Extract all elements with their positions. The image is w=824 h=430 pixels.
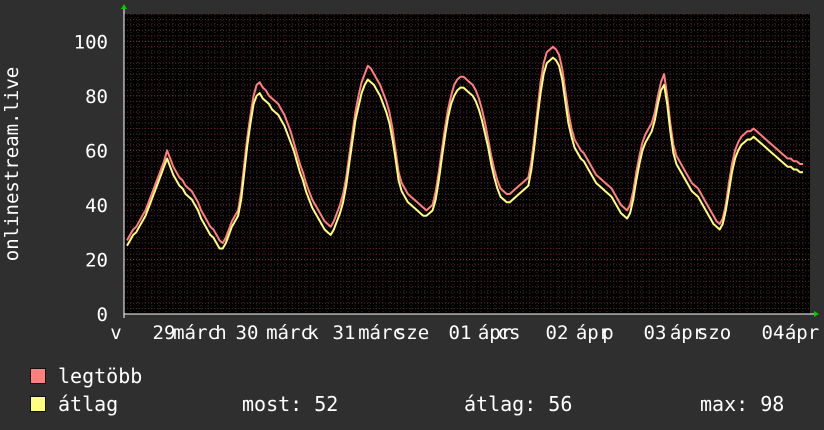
y-tick-label: 40: [85, 195, 108, 217]
y-axis-arrow: [121, 4, 127, 9]
x-tick-label: 01: [449, 322, 472, 344]
legend-swatch-avg: [30, 396, 46, 412]
stat-max: max: 98: [700, 392, 785, 416]
x-tick-label: cs: [498, 322, 521, 344]
x-tick-label: 31: [333, 322, 356, 344]
x-tick-label: 04: [762, 322, 785, 344]
y-tick-label: 80: [85, 86, 108, 108]
x-tick-label: k: [307, 322, 319, 344]
x-tick-label: 30: [236, 322, 259, 344]
legend-label-max: legtöbb: [58, 364, 143, 388]
x-tick-label: 29: [153, 322, 176, 344]
legend-label-avg: átlag: [58, 392, 119, 416]
x-tick-label: v: [110, 322, 121, 344]
x-tick-label: sze: [395, 322, 429, 344]
y-tick-label: 60: [85, 140, 108, 162]
stat-average: átlag: 56: [464, 392, 573, 416]
legend-swatch-max: [30, 368, 46, 384]
x-tick-label: márc: [173, 322, 219, 344]
x-tick-label: szo: [697, 322, 731, 344]
x-tick-label: h: [215, 322, 226, 344]
x-tick-label: p: [602, 322, 613, 344]
y-tick-label: 20: [85, 249, 108, 271]
x-tick-label: márc: [266, 322, 312, 344]
x-axis-arrow: [814, 311, 819, 317]
x-tick-label: 02: [546, 322, 569, 344]
x-tick-label: 03: [644, 322, 667, 344]
y-tick-label: 0: [97, 304, 108, 326]
x-tick-label: ápr: [785, 322, 819, 344]
y-tick-label: 100: [74, 31, 108, 53]
y-axis-label: onlinestream.live: [1, 67, 23, 261]
stat-current: most: 52: [242, 392, 339, 416]
